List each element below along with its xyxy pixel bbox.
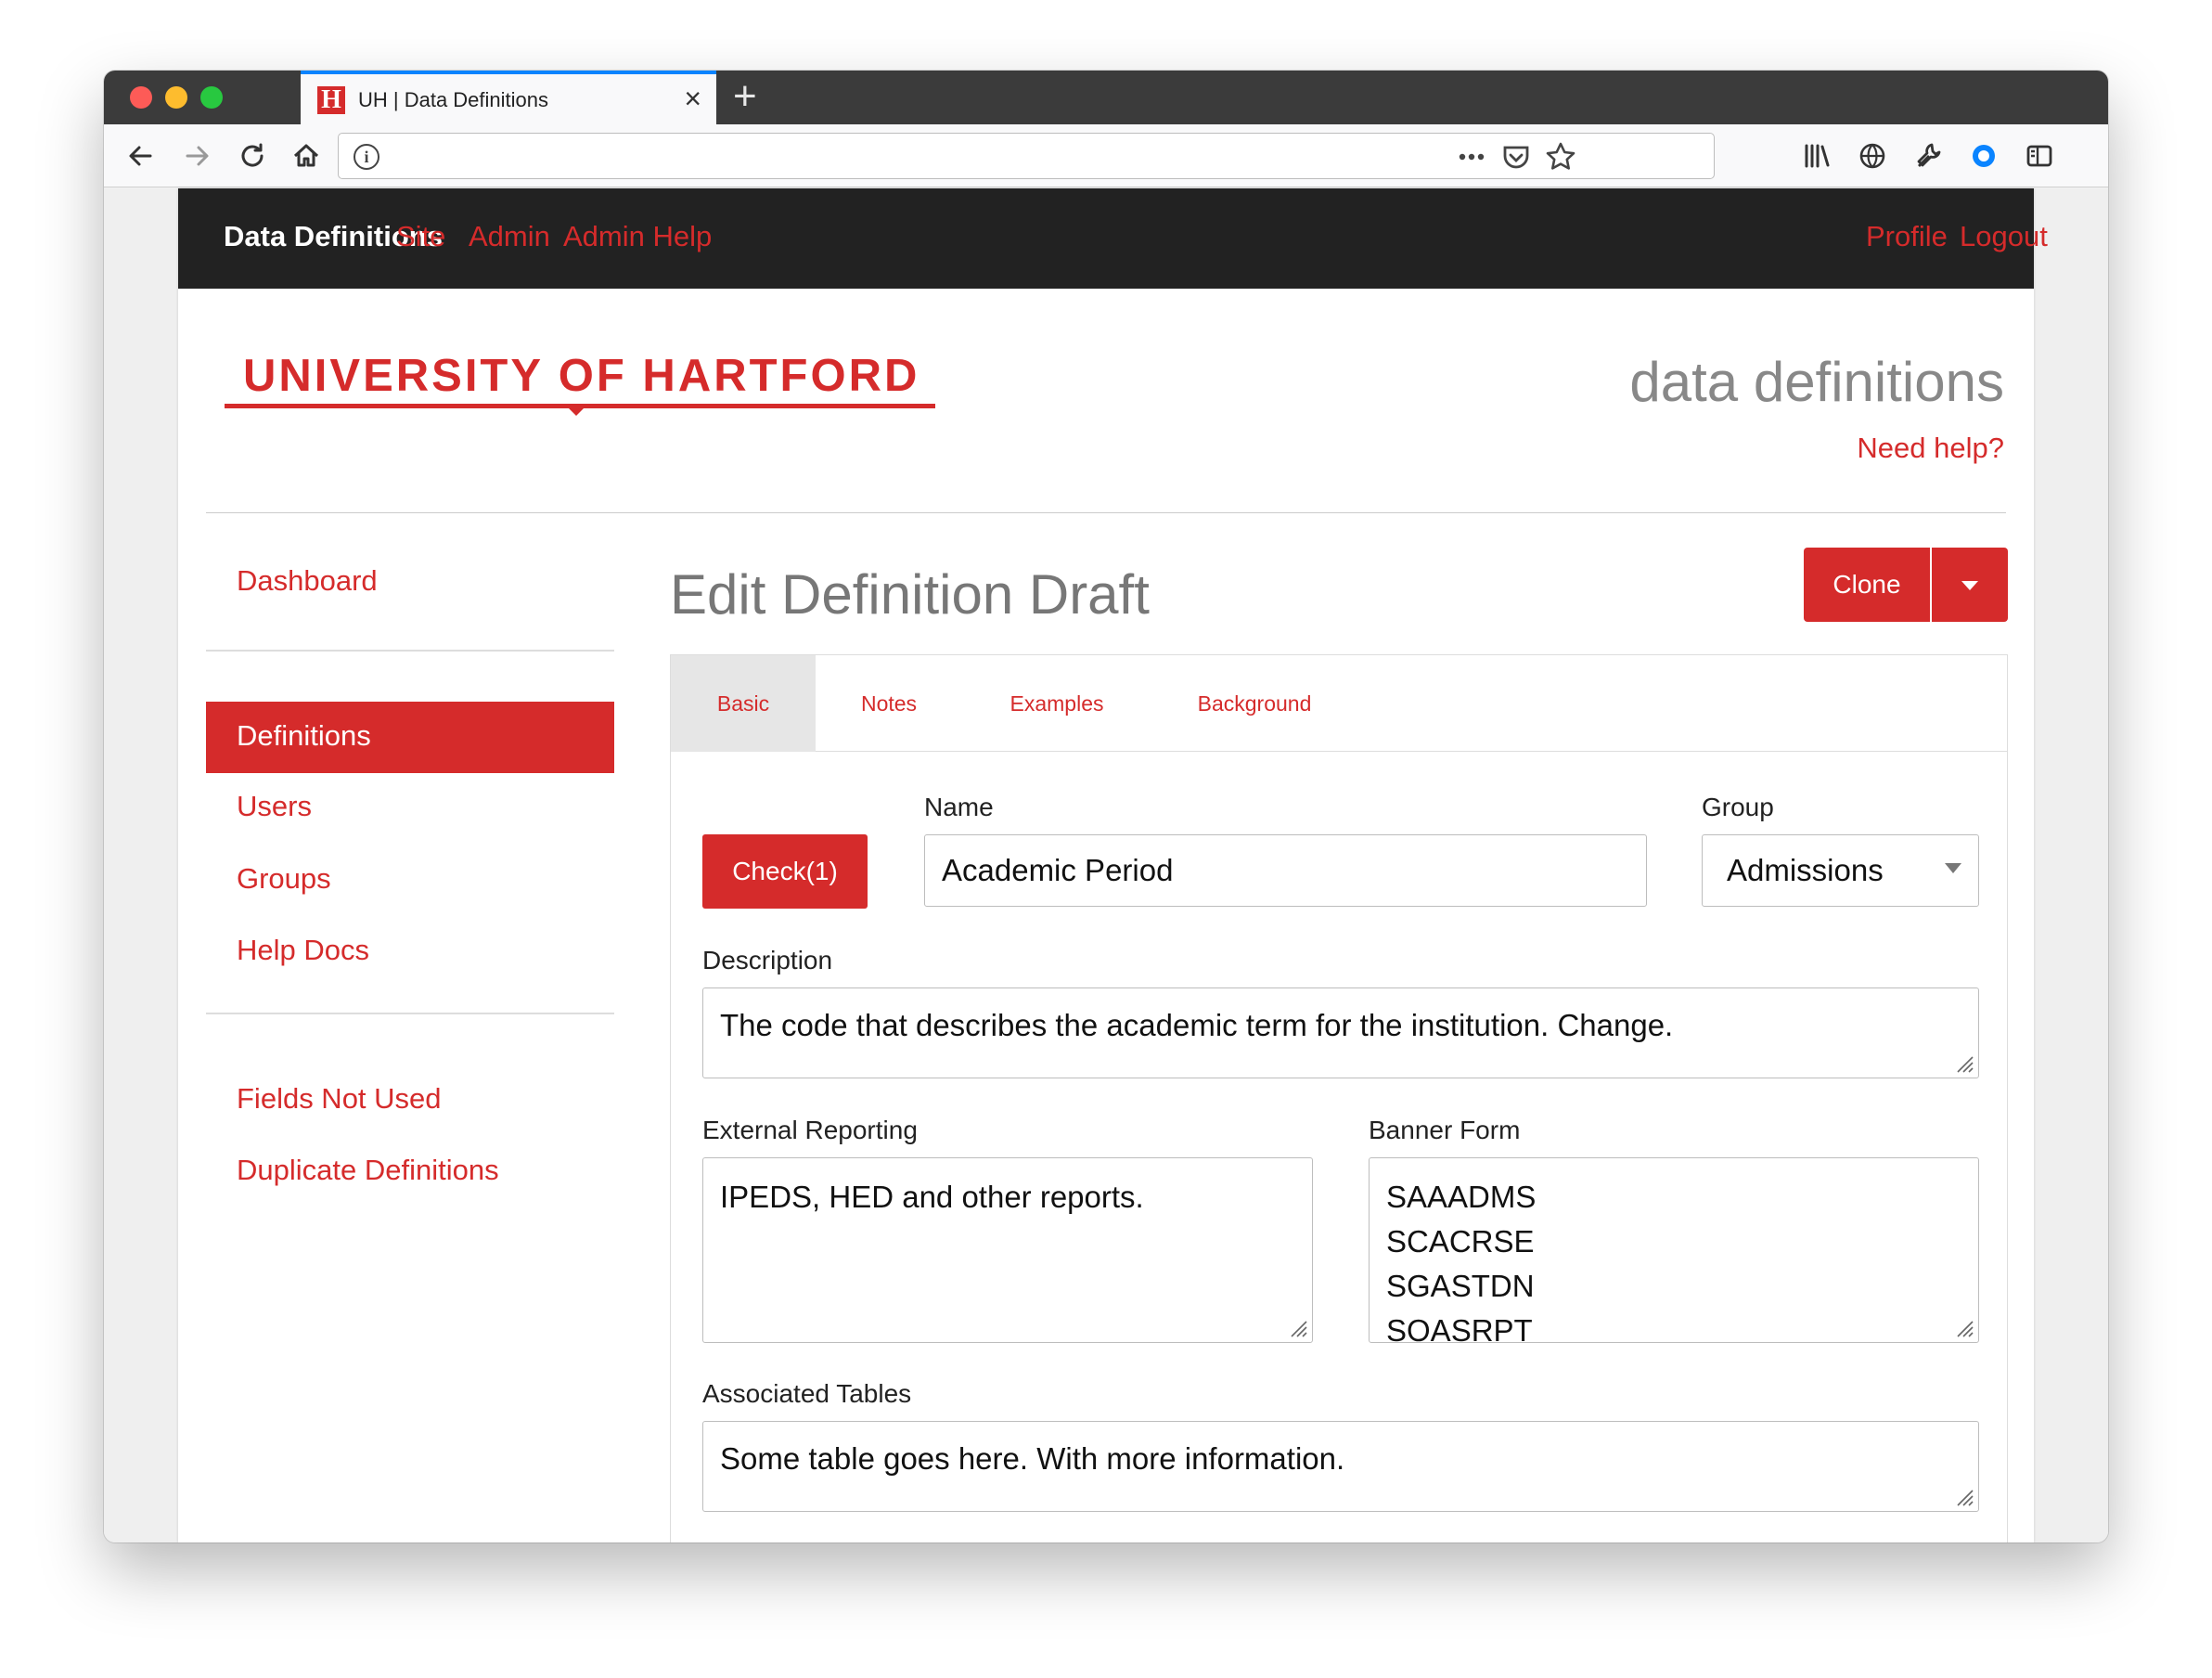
tab-basic[interactable]: Basic: [671, 655, 816, 752]
sidebar-item-help-docs[interactable]: Help Docs: [237, 934, 369, 967]
globe-icon[interactable]: [1854, 137, 1891, 174]
header-divider: [206, 512, 2006, 513]
group-select-value: Admissions: [1727, 853, 1884, 887]
minimize-window-button[interactable]: [165, 86, 187, 109]
pocket-icon[interactable]: [1498, 139, 1534, 184]
info-icon[interactable]: i: [354, 144, 379, 170]
clone-dropdown-caret-icon[interactable]: [1932, 548, 2008, 622]
resize-handle-icon[interactable]: [1286, 1316, 1308, 1338]
description-text: The code that describes the academic ter…: [720, 1008, 1674, 1042]
sidebar-item-dashboard[interactable]: Dashboard: [237, 564, 378, 598]
description-label: Description: [702, 946, 833, 975]
banner-form-line: SCACRSE: [1386, 1224, 1535, 1258]
sidebar-item-definitions[interactable]: Definitions: [206, 702, 614, 773]
home-icon[interactable]: [288, 137, 325, 174]
banner-form-textarea[interactable]: SAAADMS SCACRSE SGASTDN SOASRPT: [1369, 1157, 1979, 1343]
maximize-window-button[interactable]: [200, 86, 223, 109]
sidebar-item-fields-not-used[interactable]: Fields Not Used: [237, 1082, 442, 1116]
back-arrow-icon[interactable]: [122, 137, 160, 174]
sidebar-item-users[interactable]: Users: [237, 790, 312, 823]
tab-title: UH | Data Definitions: [358, 88, 549, 111]
page-viewport: Data Definitions Site Admin Admin Help P…: [104, 188, 2108, 1542]
sidebar-toggle-icon[interactable]: [2021, 137, 2058, 174]
site-title: data definitions: [1629, 351, 2004, 413]
forward-arrow-icon[interactable]: [178, 137, 215, 174]
sidebar-item-duplicate-definitions[interactable]: Duplicate Definitions: [237, 1154, 499, 1187]
associated-tables-textarea[interactable]: Some table goes here. With more informat…: [702, 1421, 1979, 1512]
university-logo-text: UNIVERSITY OF HARTFORD: [243, 351, 920, 401]
wrench-icon[interactable]: [1910, 137, 1947, 174]
clone-button[interactable]: Clone: [1804, 548, 1930, 622]
group-label: Group: [1702, 793, 1774, 821]
group-select[interactable]: Admissions: [1702, 834, 1979, 907]
banner-form-line: SGASTDN: [1386, 1269, 1535, 1303]
nav-link-admin[interactable]: Admin: [469, 220, 550, 253]
reload-icon[interactable]: [234, 137, 271, 174]
sidebar-item-label: Definitions: [237, 719, 371, 752]
page-title: Edit Definition Draft: [670, 563, 1150, 626]
resize-handle-icon[interactable]: [1952, 1316, 1974, 1338]
browser-titlebar: H UH | Data Definitions × +: [104, 71, 2108, 124]
banner-form-label: Banner Form: [1369, 1116, 1521, 1144]
nav-link-admin-help[interactable]: Admin Help: [563, 220, 712, 253]
more-dots-icon[interactable]: [1454, 139, 1489, 184]
check-button[interactable]: Check(1): [702, 834, 868, 909]
resize-handle-icon[interactable]: [1952, 1485, 1974, 1507]
name-input[interactable]: Academic Period: [924, 834, 1647, 907]
chevron-down-icon: [1945, 863, 1961, 873]
sidebar-item-groups[interactable]: Groups: [237, 862, 331, 896]
url-bar[interactable]: i: [338, 133, 1715, 179]
logo-notch-icon: [566, 406, 586, 416]
favicon-icon: H: [317, 86, 345, 114]
external-reporting-text: IPEDS, HED and other reports.: [720, 1180, 1144, 1214]
bookmark-star-icon[interactable]: [1543, 139, 1578, 184]
nav-link-logout[interactable]: Logout: [1960, 220, 2048, 253]
nav-link-site[interactable]: Site: [396, 220, 445, 253]
name-label: Name: [924, 793, 994, 821]
page-container: Data Definitions Site Admin Admin Help P…: [178, 188, 2048, 1542]
library-icon[interactable]: [1798, 137, 1835, 174]
external-reporting-textarea[interactable]: IPEDS, HED and other reports.: [702, 1157, 1313, 1343]
associated-tables-text: Some table goes here. With more informat…: [720, 1441, 1345, 1476]
nav-link-profile[interactable]: Profile: [1866, 220, 1948, 253]
tab-examples[interactable]: Examples: [962, 655, 1151, 752]
description-textarea[interactable]: The code that describes the academic ter…: [702, 987, 1979, 1078]
need-help-link[interactable]: Need help?: [1857, 432, 2004, 465]
sidebar-divider: [206, 650, 614, 652]
top-navbar: Data Definitions Site Admin Admin Help P…: [178, 188, 2048, 289]
resize-handle-icon[interactable]: [1952, 1052, 1974, 1074]
tab-notes[interactable]: Notes: [816, 655, 962, 752]
extension-ring-icon[interactable]: [1965, 137, 2002, 174]
browser-window: H UH | Data Definitions × + i Data Defin…: [104, 71, 2108, 1542]
tab-background[interactable]: Background: [1151, 655, 1357, 752]
definition-form-card: Basic Notes Examples Background Check(1)…: [670, 654, 2008, 1542]
banner-form-line: SAAADMS: [1386, 1180, 1537, 1214]
form-tabs: Basic Notes Examples Background: [671, 655, 2007, 752]
close-window-button[interactable]: [130, 86, 152, 109]
tab-close-icon[interactable]: ×: [684, 84, 701, 113]
browser-toolbar: i: [104, 124, 2108, 187]
banner-form-line: SOASRPT: [1386, 1313, 1533, 1343]
new-tab-icon[interactable]: +: [733, 74, 757, 119]
associated-tables-label: Associated Tables: [702, 1379, 912, 1408]
browser-tab[interactable]: H UH | Data Definitions ×: [301, 71, 716, 124]
external-reporting-label: External Reporting: [702, 1116, 918, 1144]
sidebar-divider: [206, 1013, 614, 1014]
